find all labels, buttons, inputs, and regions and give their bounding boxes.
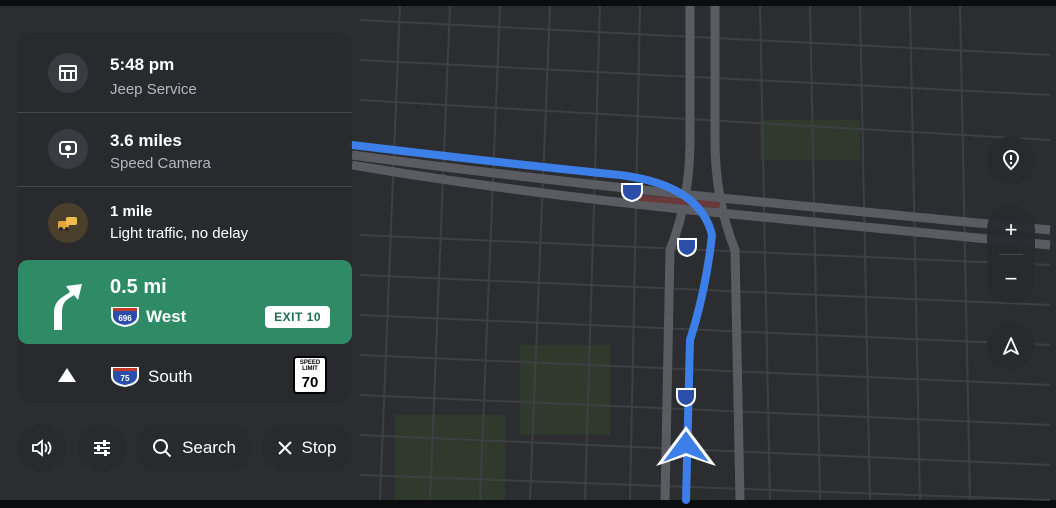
stop-name: Jeep Service [110, 81, 197, 98]
speed-limit-sign: SPEED LIMIT 70 [293, 356, 327, 394]
stop-label: Stop [301, 438, 337, 457]
next-road: 75 South [110, 366, 192, 388]
traffic-alert[interactable]: 1 mile Light traffic, no delay [18, 187, 352, 259]
traffic-distance: 1 mile [110, 203, 153, 220]
speed-camera-icon [48, 129, 88, 169]
slight-right-arrow-icon [46, 276, 86, 335]
svg-text:696: 696 [118, 314, 132, 323]
stop-time: 5:48 pm [110, 55, 175, 74]
zoom-controls: + − [987, 205, 1035, 303]
search-label: Search [182, 438, 236, 457]
speed-limit-value: 70 [301, 374, 319, 391]
camera-distance: 3.6 miles [110, 131, 182, 150]
maneuver-distance: 0.5 mi [110, 276, 167, 298]
maneuver-direction: West [146, 307, 187, 326]
search-button[interactable]: Search [136, 424, 252, 472]
report-incident-button[interactable] [987, 136, 1035, 184]
zoom-out-button[interactable]: − [987, 254, 1035, 303]
report-incident-icon [1002, 149, 1020, 171]
speed-limit-label: SPEED LIMIT [299, 360, 321, 372]
traffic-cars-icon [48, 203, 88, 243]
interstate-shield-icon: 75 [111, 367, 139, 387]
fuel-station-icon [48, 53, 88, 93]
traffic-status: Light traffic, no delay [110, 225, 249, 242]
maneuver-road: 696 West [110, 306, 186, 328]
straight-arrow-icon [58, 368, 76, 387]
north-arrow-icon [1003, 337, 1019, 355]
exit-badge: EXIT 10 [265, 306, 330, 328]
next-direction: South [148, 367, 193, 386]
speed-camera-alert[interactable]: 3.6 miles Speed Camera [18, 113, 352, 185]
current-maneuver[interactable]: 0.5 mi 696 West EXIT 10 [18, 260, 352, 344]
search-icon [153, 439, 172, 458]
park-area [395, 415, 505, 500]
svg-text:75: 75 [121, 374, 130, 383]
volume-icon [32, 439, 52, 457]
close-icon [277, 441, 292, 455]
interstate-shield-icon: 696 [111, 307, 139, 327]
upcoming-stop[interactable]: 5:48 pm Jeep Service [18, 33, 352, 113]
compass-button[interactable] [987, 322, 1035, 370]
sliders-icon [94, 440, 110, 456]
camera-label: Speed Camera [110, 155, 211, 172]
zoom-in-button[interactable]: + [987, 205, 1035, 254]
sound-button[interactable] [18, 424, 66, 472]
route-options-button[interactable] [78, 424, 126, 472]
stop-navigation-button[interactable]: Stop [262, 424, 352, 472]
